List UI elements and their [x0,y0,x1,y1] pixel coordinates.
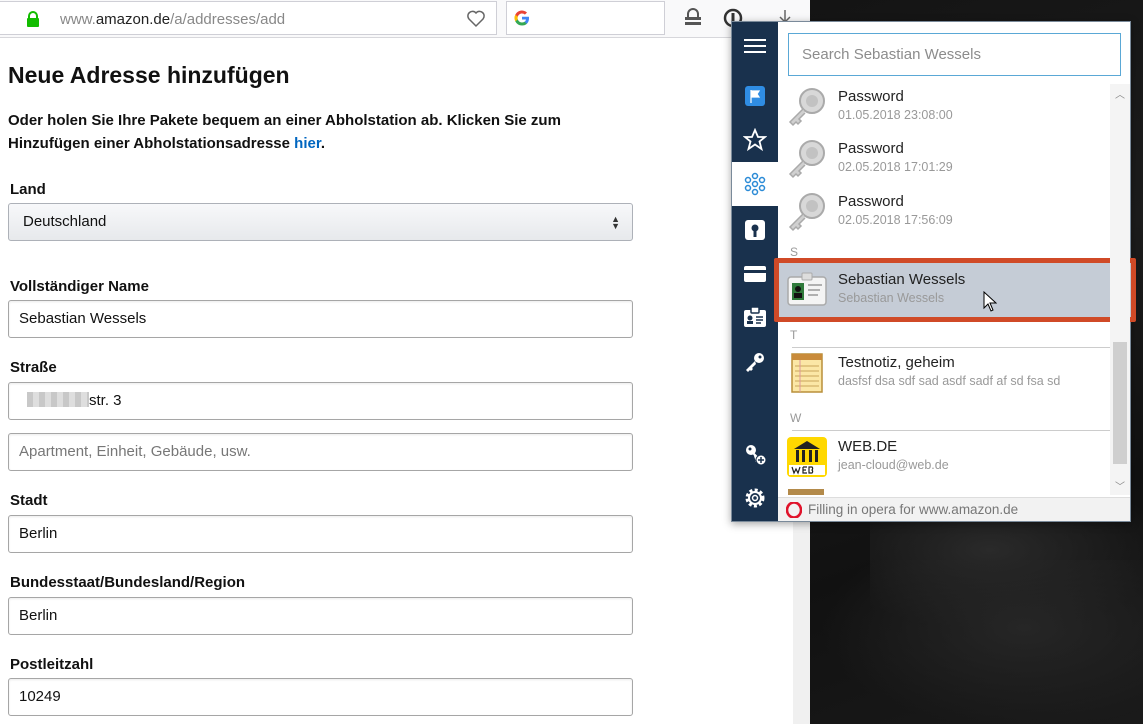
list-item[interactable]: Password 02.05.2018 17:56:09 [778,185,1110,237]
url-domain: amazon.de [95,11,171,28]
browser-toolbar: www.amazon.de/a/addresses/add [0,0,810,38]
group-header-w: W [790,411,802,425]
group-header-t: T [790,328,798,342]
credit-card-icon [744,266,766,282]
item-title: Password [838,193,904,210]
intro-sentence: Oder holen Sie Ihre Pakete bequem an ein… [8,112,561,152]
item-subtitle: Sebastian Wessels [838,291,945,305]
pm-item-list: Password 01.05.2018 23:08:00 Password 02… [778,80,1110,495]
zip-input[interactable]: 10249 [8,678,633,716]
scroll-thumb[interactable] [1113,342,1127,464]
list-item[interactable]: Password 01.05.2018 23:08:00 [778,80,1110,132]
key-icon [788,88,825,127]
url-text[interactable]: www.amazon.de/a/addresses/add [60,11,285,28]
desktop-rock [820,560,1143,724]
webde-logo-icon [787,437,827,477]
pm-sidebar [732,22,778,521]
extension-icon[interactable] [682,7,704,29]
intro-end: . [320,135,326,152]
city-label: Stadt [10,492,48,509]
item-subtitle: jean-cloud@web.de [838,458,949,472]
item-title: Sebastian Wessels [838,271,966,288]
star-icon [743,128,767,152]
mouse-cursor-icon [983,291,997,312]
url-prefix: www. [60,11,96,28]
key-icon [746,353,764,372]
hamburger-icon [744,39,766,53]
key-icon [788,193,825,232]
full-name-input[interactable]: Sebastian Wessels [8,300,633,338]
gear-icon [745,488,765,508]
passwords-button[interactable] [732,208,778,252]
state-label: Bundesstaat/Bundesland/Region [10,574,246,591]
next-item-peek [788,489,824,495]
address-bar[interactable]: www.amazon.de/a/addresses/add [0,1,497,35]
list-item[interactable]: Password 02.05.2018 17:01:29 [778,132,1110,184]
add-key-button[interactable] [732,432,778,476]
add-key-icon [746,445,767,466]
state-input[interactable]: Berlin [8,597,633,635]
redacted-text [27,392,89,407]
menu-button[interactable] [732,24,778,68]
url-path: /a/addresses/add [170,11,286,28]
favorites-button[interactable] [732,118,778,162]
footer-text: Filling in opera for www.amazon.de [808,502,1019,517]
pm-scrollbar[interactable]: ︿ ﹀ [1110,84,1130,495]
lock-icon[interactable] [26,11,40,27]
intro-text: Oder holen Sie Ihre Pakete bequem an ein… [8,109,628,155]
categories-icon [744,172,766,196]
keyhole-icon [745,220,765,240]
street-value: str. 3 [89,392,122,409]
list-item[interactable]: Testnotiz, geheim dasfsf dsa sdf sad asd… [778,346,1110,398]
apartment-input[interactable]: Apartment, Einheit, Gebäude, usw. [8,433,633,471]
google-icon [514,10,529,26]
pm-footer: Filling in opera for www.amazon.de [778,497,1130,521]
city-input[interactable]: Berlin [8,515,633,553]
selected-identity-item[interactable]: Sebastian Wessels Sebastian Wessels [778,263,1110,315]
item-title: Testnotiz, geheim [838,354,955,371]
scroll-up-icon[interactable]: ︿ [1115,86,1125,101]
id-badge-icon [744,306,766,327]
pickup-station-link[interactable]: hier [294,135,321,152]
item-title: Password [838,140,904,157]
address-form-page: Neue Adresse hinzufügen Oder holen Sie I… [0,38,793,724]
item-title: WEB.DE [838,438,898,455]
opera-icon [786,502,802,518]
item-subtitle: 02.05.2018 17:01:29 [838,160,953,174]
key-icon [788,140,825,179]
heart-icon[interactable] [466,9,486,29]
country-select[interactable]: Deutschland ▲ ▼ [8,203,633,241]
item-subtitle: 01.05.2018 23:08:00 [838,108,953,122]
zip-label: Postleitzahl [10,656,94,673]
keys-button[interactable] [732,340,778,384]
item-title: Password [838,88,904,105]
list-item[interactable]: WEB.DE jean-cloud@web.de [778,430,1110,482]
country-label: Land [10,181,46,198]
page-title: Neue Adresse hinzufügen [8,62,290,88]
street-input[interactable]: str. 3 [8,382,633,420]
identities-button[interactable] [732,296,778,340]
country-value: Deutschland [23,213,107,230]
search-bar[interactable] [506,1,665,35]
flag-icon [745,86,765,106]
settings-button[interactable] [732,476,778,520]
cards-button[interactable] [732,252,778,296]
all-items-button[interactable] [732,162,778,206]
password-manager-popup: Search Sebastian Wessels Password 01.05.… [731,21,1136,522]
notepad-icon [791,353,823,393]
select-arrows-icon: ▲ ▼ [611,214,620,231]
name-label: Vollständiger Name [10,278,149,295]
identity-card-icon [787,272,827,306]
item-subtitle: dasfsf dsa sdf sad asdf sadf af sd fsa s… [838,374,1061,388]
pm-search-input[interactable]: Search Sebastian Wessels [788,33,1121,76]
group-header-s: S [790,245,799,259]
item-subtitle: 02.05.2018 17:56:09 [838,213,953,227]
scroll-down-icon[interactable]: ﹀ [1115,478,1125,493]
flag-button[interactable] [732,74,778,118]
street-label: Straße [10,359,57,376]
